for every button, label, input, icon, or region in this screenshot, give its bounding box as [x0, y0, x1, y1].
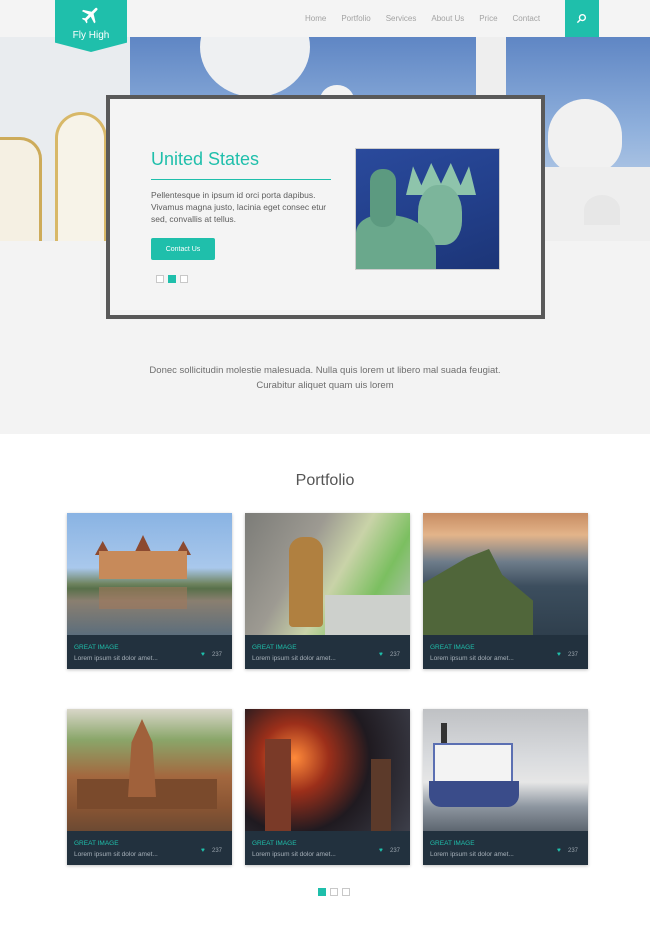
card-text: Lorem ipsum sit dolor amet... [74, 655, 158, 662]
cobblestone-path [325, 595, 410, 635]
nav-price[interactable]: Price [479, 14, 497, 23]
card-caption: GREAT IMAGE Lorem ipsum sit dolor amet..… [423, 635, 588, 669]
card-caption: GREAT IMAGE Lorem ipsum sit dolor amet..… [245, 831, 410, 865]
portfolio-card-cliff[interactable]: GREAT IMAGE Lorem ipsum sit dolor amet..… [423, 513, 588, 669]
card-text: Lorem ipsum sit dolor amet... [74, 851, 158, 858]
hero-dome-small [584, 195, 620, 225]
castle-image [67, 513, 232, 635]
card-title: GREAT IMAGE [74, 644, 119, 651]
castle-body [99, 551, 187, 579]
supertree-trunk-2 [371, 759, 391, 831]
like-count: 237 [212, 848, 223, 854]
supertrees-image [245, 709, 410, 831]
slide-dot-3[interactable] [180, 275, 188, 283]
intro-text: Donec sollicitudin molestie malesuada. N… [149, 365, 501, 391]
card-title: GREAT IMAGE [252, 644, 297, 651]
boat-deck [433, 743, 513, 783]
boat-hull [429, 781, 519, 807]
contact-us-button[interactable]: Contact Us [151, 238, 215, 260]
heart-icon[interactable]: ♥ [557, 651, 561, 658]
card-text: Lorem ipsum sit dolor amet... [430, 655, 514, 662]
search-button[interactable] [565, 0, 599, 37]
portfolio-page-dot-2[interactable] [330, 888, 338, 896]
card-text: Lorem ipsum sit dolor amet... [430, 851, 514, 858]
card-title: GREAT IMAGE [430, 644, 475, 651]
slide-divider [151, 179, 331, 180]
cliff-land [423, 549, 533, 635]
portfolio-page-dot-1[interactable] [318, 888, 326, 896]
cliff-image [423, 513, 588, 635]
card-text: Lorem ipsum sit dolor amet... [252, 655, 336, 662]
castle-reflection [99, 587, 187, 609]
card-caption: GREAT IMAGE Lorem ipsum sit dolor amet..… [67, 831, 232, 865]
nav-home[interactable]: Home [305, 14, 326, 23]
supertree-trunk [265, 739, 291, 831]
nav-contact[interactable]: Contact [513, 14, 541, 23]
card-text: Lorem ipsum sit dolor amet... [252, 851, 336, 858]
nav-about-us[interactable]: About Us [431, 14, 464, 23]
slide-text: Pellentesque in ipsum id orci porta dapi… [151, 190, 327, 224]
like-count: 237 [390, 848, 401, 854]
steamboat-image [423, 709, 588, 831]
slider-card: United States Pellentesque in ipsum id o… [106, 95, 545, 319]
hero-dome-left [200, 37, 310, 97]
portfolio-card-supertrees[interactable]: GREAT IMAGE Lorem ipsum sit dolor amet..… [245, 709, 410, 865]
brand-name: Fly High [72, 30, 110, 41]
heart-icon[interactable]: ♥ [379, 651, 383, 658]
portfolio-card-temple[interactable]: GREAT IMAGE Lorem ipsum sit dolor amet..… [67, 709, 232, 865]
bronze-man-figure [289, 537, 323, 627]
nav-services[interactable]: Services [386, 14, 417, 23]
portfolio-card-steamboat[interactable]: GREAT IMAGE Lorem ipsum sit dolor amet..… [423, 709, 588, 865]
slide-dot-2[interactable] [168, 275, 176, 283]
slider-pagination [156, 275, 192, 283]
slide-title: United States [151, 149, 260, 169]
heart-icon[interactable]: ♥ [379, 847, 383, 854]
hero-dome-right [548, 99, 622, 173]
slide-dot-1[interactable] [156, 275, 164, 283]
card-title: GREAT IMAGE [430, 840, 475, 847]
like-count: 237 [390, 652, 401, 658]
heart-icon[interactable]: ♥ [201, 847, 205, 854]
portfolio-card-castle[interactable]: GREAT IMAGE Lorem ipsum sit dolor amet..… [67, 513, 232, 669]
card-caption: GREAT IMAGE Lorem ipsum sit dolor amet..… [67, 635, 232, 669]
airplane-icon [81, 7, 98, 24]
portfolio-card-statue-man[interactable]: GREAT IMAGE Lorem ipsum sit dolor amet..… [245, 513, 410, 669]
card-caption: GREAT IMAGE Lorem ipsum sit dolor amet..… [423, 831, 588, 865]
like-count: 237 [568, 652, 579, 658]
statue-arm [370, 169, 396, 227]
like-count: 237 [212, 652, 223, 658]
main-nav: Home Portfolio Services About Us Price C… [305, 14, 555, 23]
heart-icon[interactable]: ♥ [557, 847, 561, 854]
site-header: Fly High Home Portfolio Services About U… [0, 0, 650, 52]
search-icon [576, 13, 587, 24]
hero-arch [55, 112, 107, 241]
card-title: GREAT IMAGE [252, 840, 297, 847]
card-caption: GREAT IMAGE Lorem ipsum sit dolor amet..… [245, 635, 410, 669]
statue-of-liberty-image [355, 148, 500, 270]
heart-icon[interactable]: ♥ [201, 651, 205, 658]
hero-arch-left [0, 137, 42, 241]
portfolio-pagination [318, 888, 354, 896]
like-count: 237 [568, 848, 579, 854]
card-title: GREAT IMAGE [74, 840, 119, 847]
portfolio-heading: Portfolio [295, 472, 355, 489]
temple-image [67, 709, 232, 831]
portfolio-page-dot-3[interactable] [342, 888, 350, 896]
brand-logo[interactable]: Fly High [55, 0, 127, 52]
nav-portfolio[interactable]: Portfolio [341, 14, 370, 23]
statue-man-image [245, 513, 410, 635]
